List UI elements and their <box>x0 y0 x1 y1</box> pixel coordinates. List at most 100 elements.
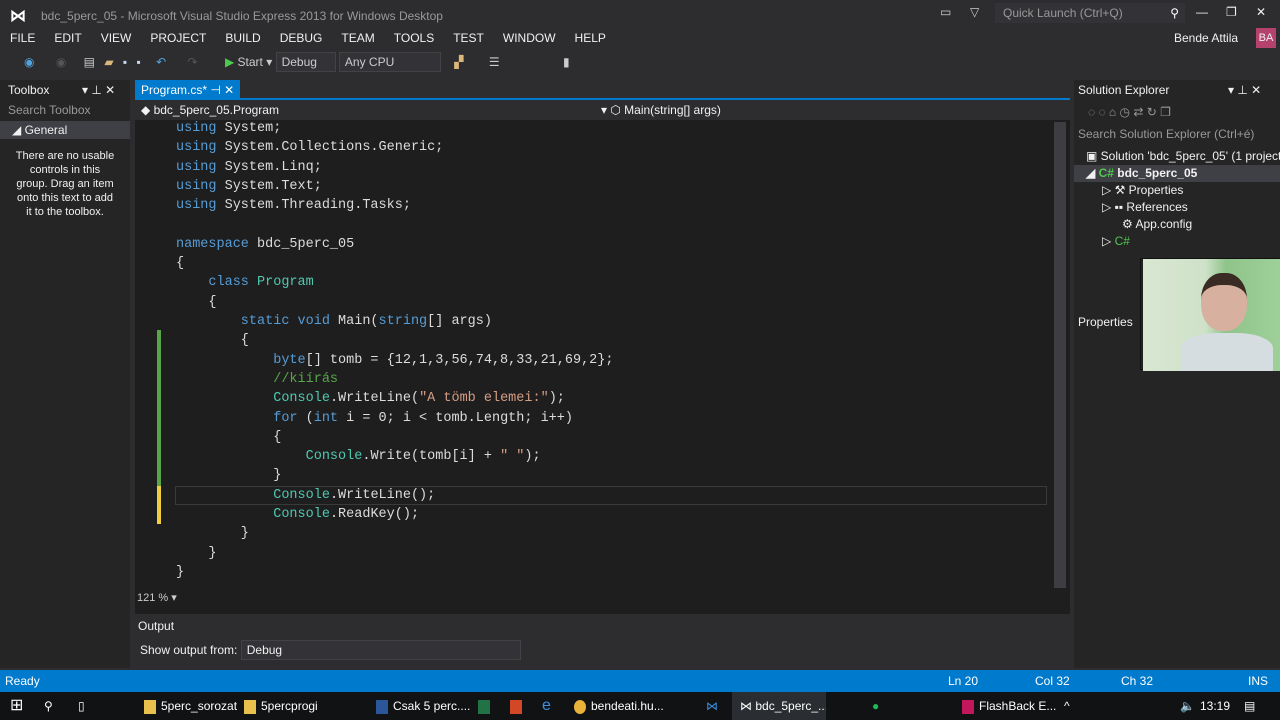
save-all-icon[interactable]: ▪ <box>137 50 141 74</box>
notifications-icon[interactable]: ▤ <box>1244 692 1255 720</box>
menu-team[interactable]: TEAM <box>341 28 374 48</box>
code-line[interactable]: { <box>176 331 249 350</box>
quick-launch-input[interactable]: Quick Launch (Ctrl+Q) ⚲ <box>995 3 1185 23</box>
tab-program-cs[interactable]: Program.cs* ⊣ ✕ <box>135 80 241 100</box>
solution-search-input[interactable]: Search Solution Explorer (Ctrl+é) <box>1074 124 1280 144</box>
code-line[interactable]: { <box>176 428 281 447</box>
menu-edit[interactable]: EDIT <box>54 28 81 48</box>
format-icon[interactable]: ☰ <box>489 50 500 74</box>
task-view-icon[interactable]: ▯ <box>78 692 85 720</box>
code-line[interactable]: byte[] tomb = {12,1,3,56,74,8,33,21,69,2… <box>176 351 613 370</box>
restore-button[interactable]: ❐ <box>1226 5 1237 19</box>
code-line[interactable]: { <box>176 254 184 273</box>
pin-icon[interactable]: ▾ ⊥ ✕ <box>82 80 115 100</box>
search-icon[interactable]: ⚲ <box>44 692 53 720</box>
notifications-icon[interactable]: ▭ <box>940 5 951 19</box>
panel-controls-icon[interactable]: ▾ ⊥ ✕ <box>1228 80 1261 100</box>
zoom-level[interactable]: 121 % ▾ <box>137 591 177 604</box>
code-line[interactable]: using System.Collections.Generic; <box>176 138 443 157</box>
tree-properties[interactable]: ▷ ⚒ Properties <box>1074 182 1280 199</box>
code-line[interactable]: Console.Write(tomb[i] + " "); <box>176 447 541 466</box>
taskbar-item-word[interactable]: Csak 5 perc.... <box>376 692 470 720</box>
menu-help[interactable]: HELP <box>575 28 606 48</box>
menu-project[interactable]: PROJECT <box>150 28 206 48</box>
forward-icon[interactable]: ◉ <box>56 50 66 74</box>
volume-icon[interactable]: 🔈 <box>1180 692 1195 720</box>
code-line[interactable]: for (int i = 0; i < tomb.Length; i++) <box>176 409 573 428</box>
tray-chevron-icon[interactable]: ^ <box>1064 692 1070 720</box>
toolbox-group-general[interactable]: ◢ General <box>0 121 130 139</box>
tree-app-config[interactable]: ⚙ App.config <box>1074 216 1280 233</box>
code-line[interactable]: namespace bdc_5perc_05 <box>176 235 354 254</box>
taskbar-item-5perc-sorozat[interactable]: 5perc_sorozat <box>144 692 237 720</box>
excel-icon[interactable] <box>478 692 495 720</box>
tree-project[interactable]: ◢ C# bdc_5perc_05 <box>1074 165 1280 182</box>
menu-file[interactable]: FILE <box>10 28 35 48</box>
minimize-button[interactable]: — <box>1196 5 1208 19</box>
vs-icon[interactable]: ⋈ <box>706 692 718 720</box>
start-icon[interactable]: ⊞ <box>10 692 23 720</box>
code-line[interactable]: using System.Linq; <box>176 158 322 177</box>
menu-view[interactable]: VIEW <box>101 28 132 48</box>
start-button[interactable]: ▶ Start ▾ <box>225 50 272 74</box>
code-token: System.Collections.Generic; <box>224 140 444 156</box>
powerpoint-icon[interactable] <box>510 692 527 720</box>
code-line[interactable]: class Program <box>176 273 313 292</box>
spotify-icon[interactable]: ● <box>872 692 879 720</box>
code-line[interactable]: } <box>176 524 249 543</box>
feedback-icon[interactable]: ▽ <box>970 5 979 19</box>
tree-program-cs[interactable]: ▷ C# <box>1074 233 1280 250</box>
back-icon[interactable]: ◉ <box>24 50 34 74</box>
menu-tools[interactable]: TOOLS <box>394 28 434 48</box>
menu-window[interactable]: WINDOW <box>503 28 556 48</box>
code-line[interactable]: using System; <box>176 119 281 138</box>
find-icon[interactable]: ▞ <box>454 50 463 74</box>
tree-references[interactable]: ▷ ▪▪ References <box>1074 199 1280 216</box>
open-icon[interactable]: ▰ <box>104 50 113 74</box>
vertical-scrollbar[interactable] <box>1054 122 1066 588</box>
config-select[interactable]: Debug <box>275 51 336 72</box>
code-line[interactable]: using System.Text; <box>176 177 322 196</box>
user-avatar[interactable]: BA <box>1256 28 1276 48</box>
taskbar-item-flashback[interactable]: FlashBack E... <box>962 692 1056 720</box>
code-line[interactable]: Console.WriteLine(); <box>176 486 435 505</box>
code-token: Main( <box>338 314 379 329</box>
undo-icon[interactable]: ↶ <box>156 50 166 74</box>
code-token: } <box>176 564 185 580</box>
platform-select[interactable]: Any CPU <box>338 51 441 72</box>
save-icon[interactable]: ▪ <box>123 50 127 74</box>
taskbar-item-chrome[interactable]: bendeati.hu... <box>574 692 664 720</box>
flashback-icon <box>962 699 974 714</box>
taskbar: ⊞ ⚲ ▯ 5perc_sorozat 5percprogi Csak 5 pe… <box>0 692 1280 720</box>
code-line[interactable]: { <box>176 293 216 312</box>
output-source-select[interactable]: Debug <box>240 640 521 660</box>
new-project-icon[interactable]: ▤ <box>84 50 95 74</box>
code-line[interactable]: Console.ReadKey(); <box>176 505 419 524</box>
home-icon[interactable]: ◌ ◌ ⌂ ◷ ⇄ ↻ ❐ <box>1088 105 1171 119</box>
code-line[interactable]: } <box>176 544 216 563</box>
menu-build[interactable]: BUILD <box>225 28 260 48</box>
code-line[interactable]: using System.Threading.Tasks; <box>176 196 411 215</box>
code-line[interactable]: Console.WriteLine("A tömb elemei:"); <box>176 389 565 408</box>
code-line[interactable]: //kiírás <box>176 370 338 389</box>
output-header: Output <box>138 619 175 633</box>
class-dropdown[interactable]: ◆ bdc_5perc_05.Program <box>141 100 601 120</box>
code-token: [] tomb = {12,1,3,56,74,8,33,21,69,2}; <box>305 352 614 368</box>
close-button[interactable]: ✕ <box>1256 5 1266 19</box>
menu-debug[interactable]: DEBUG <box>280 28 323 48</box>
menu-test[interactable]: TEST <box>453 28 484 48</box>
bookmark-icon[interactable]: ▮ <box>563 50 570 74</box>
redo-icon[interactable]: ↷ <box>188 50 198 74</box>
tree-solution[interactable]: ▣ Solution 'bdc_5perc_05' (1 project) <box>1074 148 1280 165</box>
edge-icon[interactable]: e <box>542 692 551 720</box>
toolbox-search-input[interactable]: Search Toolbox <box>0 100 130 120</box>
clock[interactable]: 13:19 <box>1200 692 1230 720</box>
user-name[interactable]: Bende Attila <box>1174 28 1238 48</box>
code-line[interactable]: static void Main(string[] args) <box>176 312 492 331</box>
taskbar-item-visual-studio[interactable]: ⋈ bdc_5perc_... <box>732 692 826 720</box>
member-dropdown[interactable]: ▾ ⬡ Main(string[] args) <box>601 100 721 120</box>
code-area[interactable]: using System; using System.Collections.Ge… <box>135 119 1050 609</box>
code-line[interactable]: } <box>176 563 184 582</box>
code-line[interactable]: } <box>176 466 281 485</box>
taskbar-item-5percprogi[interactable]: 5percprogi <box>244 692 318 720</box>
